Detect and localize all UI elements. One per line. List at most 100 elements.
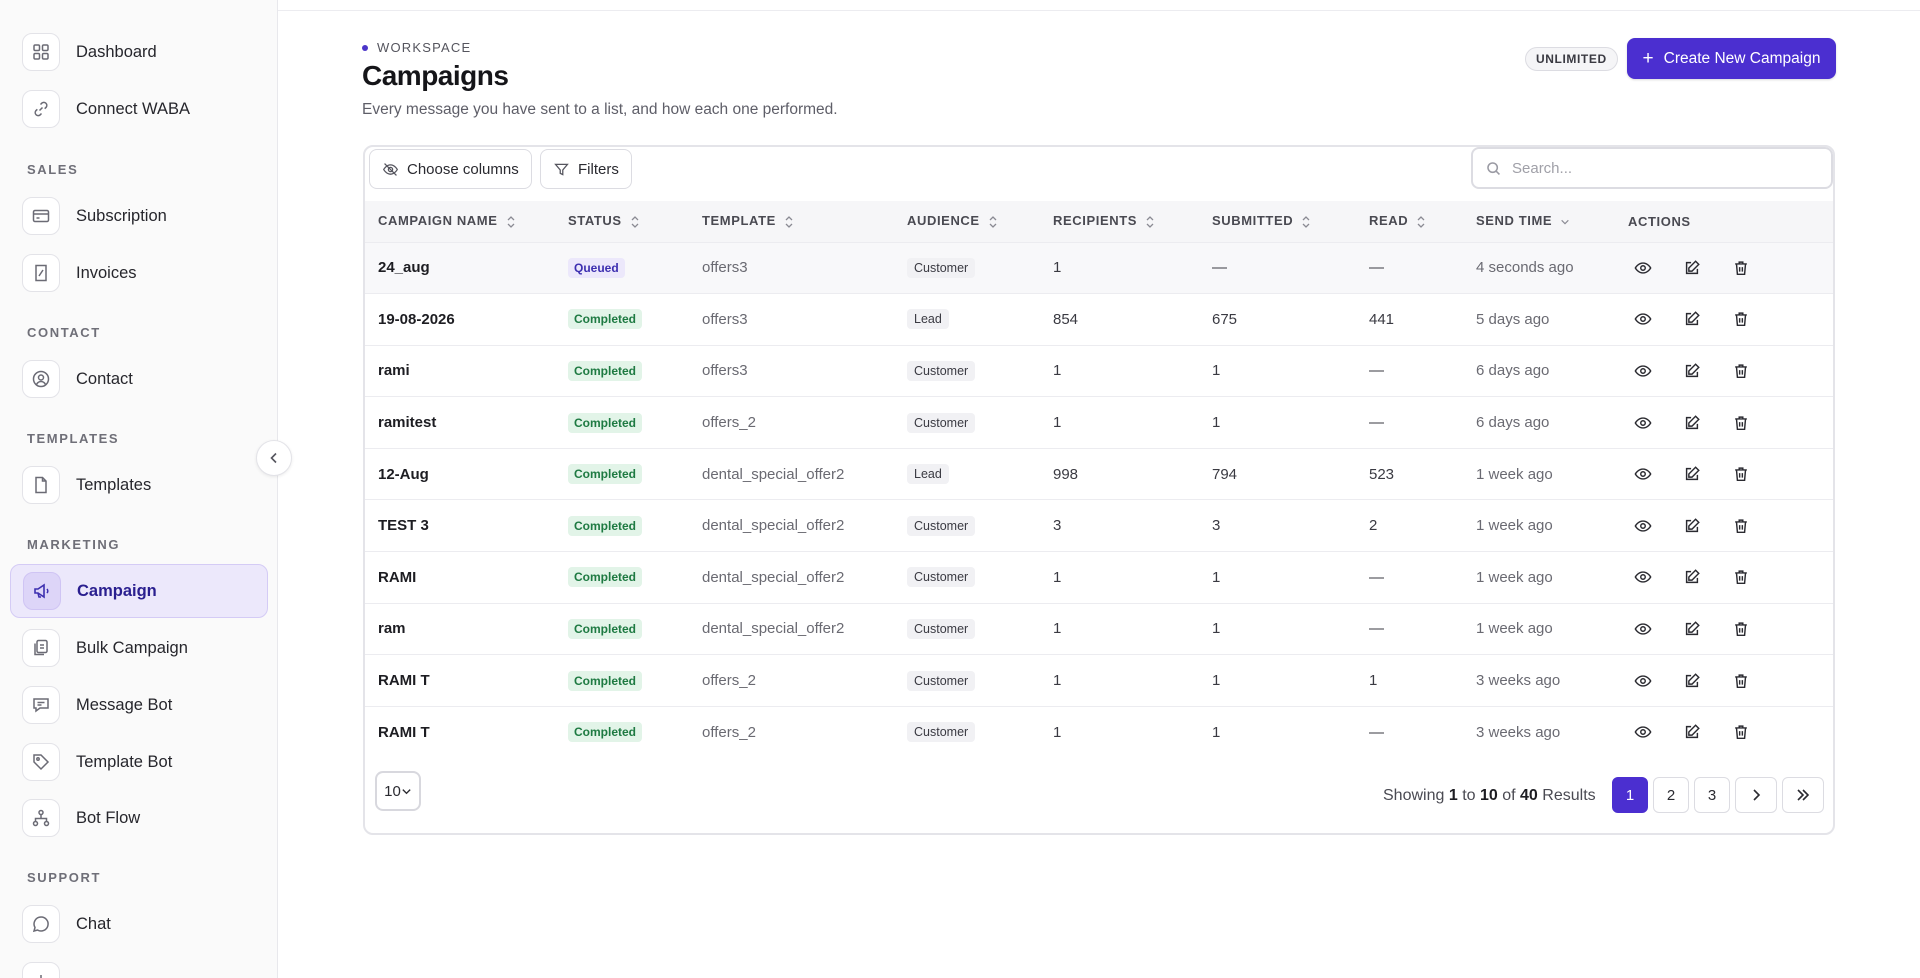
sidebar-item-subscription[interactable]: Subscription (10, 189, 268, 243)
read-cell: 1 (1369, 672, 1378, 690)
send-time-cell: 5 days ago (1476, 310, 1550, 328)
page-button-3[interactable]: 3 (1694, 777, 1730, 813)
view-icon[interactable] (1634, 723, 1652, 741)
col-header-campaign-name[interactable]: CAMPAIGN NAME (365, 201, 568, 242)
sidebar-item-dashboard[interactable]: Dashboard (10, 25, 268, 79)
table-row[interactable]: 19-08-2026 Completed offers3 Lead 854 675 441 5… (365, 293, 1833, 346)
col-header-label: READ (1369, 213, 1409, 229)
page-button-2[interactable]: 2 (1653, 777, 1689, 813)
sidebar-item-chat[interactable]: Chat (10, 897, 268, 951)
sort-icon (1416, 215, 1426, 229)
page-size-select[interactable]: 10 (375, 771, 421, 811)
edit-icon[interactable] (1683, 620, 1701, 638)
page-button-1[interactable]: 1 (1612, 777, 1648, 813)
table-row[interactable]: 12-Aug Completed dental_special_offer2 Lead… (365, 448, 1833, 500)
status-badge: Completed (568, 722, 643, 743)
table-row[interactable]: RAMI T Completed offers_2 Customer 1 1 — 3 week… (365, 706, 1833, 758)
sidebar-item-campaign[interactable]: Campaign (10, 564, 268, 618)
filter-icon (554, 163, 569, 176)
table-row[interactable]: TEST 3 Completed dental_special_offer2 Cust… (365, 499, 1833, 552)
sidebar-item-bulk-campaign[interactable]: Bulk Campaign (10, 621, 268, 675)
sidebar-item-partial[interactable] (10, 954, 268, 978)
table-row[interactable]: RAMI Completed dental_special_offer2 Custom… (365, 551, 1833, 604)
recipients-cell: 854 (1053, 310, 1079, 328)
edit-icon[interactable] (1683, 310, 1701, 328)
edit-icon[interactable] (1683, 723, 1701, 741)
sidebar-item-message-bot[interactable]: Message Bot (10, 678, 268, 732)
view-icon[interactable] (1634, 517, 1652, 535)
col-header-label: TEMPLATE (702, 213, 776, 229)
col-header-submitted[interactable]: SUBMITTED (1212, 201, 1369, 242)
create-campaign-button[interactable]: + Create New Campaign (1627, 38, 1836, 79)
sidebar-item-template-bot[interactable]: Template Bot (10, 735, 268, 789)
view-icon[interactable] (1634, 465, 1652, 483)
view-icon[interactable] (1634, 672, 1652, 690)
delete-icon[interactable] (1732, 362, 1750, 380)
edit-icon[interactable] (1683, 414, 1701, 432)
page-title: Campaigns (362, 60, 509, 91)
delete-icon[interactable] (1732, 620, 1750, 638)
view-icon[interactable] (1634, 414, 1652, 432)
template-cell: offers_2 (702, 672, 756, 690)
col-header-audience[interactable]: AUDIENCE (907, 201, 1053, 242)
status-cell: Completed (568, 294, 702, 346)
col-header-template[interactable]: TEMPLATE (702, 201, 907, 242)
recipients-cell: 1 (1053, 414, 1062, 432)
delete-icon[interactable] (1732, 672, 1750, 690)
view-icon[interactable] (1634, 259, 1652, 277)
actions-cell (1628, 242, 1833, 294)
table-row[interactable]: ram Completed dental_special_offer2 Custome… (365, 603, 1833, 655)
table-row[interactable]: RAMI T Completed offers_2 Customer 1 1 1 3 week… (365, 654, 1833, 707)
campaign-name-cell: ramitest (378, 414, 437, 432)
col-header-send-time[interactable]: SEND TIME (1476, 201, 1628, 242)
delete-icon[interactable] (1732, 414, 1750, 432)
edit-icon[interactable] (1683, 362, 1701, 380)
col-header-status[interactable]: STATUS (568, 201, 702, 242)
search-input[interactable] (1512, 159, 1812, 177)
filters-button[interactable]: Filters (540, 149, 632, 189)
delete-icon[interactable] (1732, 465, 1750, 483)
view-icon[interactable] (1634, 362, 1652, 380)
delete-icon[interactable] (1732, 568, 1750, 586)
search-box[interactable] (1471, 147, 1833, 189)
next-page-button[interactable] (1735, 777, 1777, 813)
delete-icon[interactable] (1732, 723, 1750, 741)
template-cell: offers3 (702, 362, 748, 380)
audience-badge: Lead (907, 464, 949, 485)
table-row[interactable]: 24_aug Queued offers3 Customer 1 — — 4 seconds … (365, 242, 1833, 294)
edit-icon[interactable] (1683, 672, 1701, 690)
send-time-cell: 1 week ago (1476, 568, 1553, 586)
sidebar-item-bot-flow[interactable]: Bot Flow (10, 791, 268, 845)
campaigns-table: CAMPAIGN NAME STATUS TEMPLATE AUDIENCE R… (365, 201, 1833, 758)
bulk-icon (22, 629, 60, 667)
col-header-label: STATUS (568, 213, 622, 229)
sidebar-item-contact[interactable]: Contact (10, 352, 268, 406)
col-header-actions: ACTIONS (1628, 201, 1833, 242)
sidebar-item-templates[interactable]: Templates (10, 458, 268, 512)
submitted-cell: 1 (1212, 414, 1221, 432)
view-icon[interactable] (1634, 568, 1652, 586)
template-cell: offers_2 (702, 414, 756, 432)
delete-icon[interactable] (1732, 259, 1750, 277)
edit-icon[interactable] (1683, 465, 1701, 483)
audience-badge: Customer (907, 257, 976, 278)
col-header-recipients[interactable]: RECIPIENTS (1053, 201, 1212, 242)
edit-icon[interactable] (1683, 259, 1701, 277)
sidebar-item-invoices[interactable]: Invoices (10, 246, 268, 300)
submitted-cell: 1 (1212, 620, 1221, 638)
col-header-read[interactable]: READ (1369, 201, 1476, 242)
view-icon[interactable] (1634, 310, 1652, 328)
table-row[interactable]: rami Completed offers3 Customer 1 1 — 6 days ag… (365, 345, 1833, 397)
audience-cell: Customer (907, 345, 1053, 397)
delete-icon[interactable] (1732, 310, 1750, 328)
status-badge: Queued (568, 257, 625, 278)
table-row[interactable]: ramitest Completed offers_2 Customer 1 1 — 6 da… (365, 396, 1833, 449)
delete-icon[interactable] (1732, 517, 1750, 535)
sidebar-item-connect-waba[interactable]: Connect WABA (10, 82, 268, 136)
last-page-button[interactable] (1782, 777, 1824, 813)
collapse-sidebar-button[interactable] (256, 440, 292, 476)
edit-icon[interactable] (1683, 517, 1701, 535)
view-icon[interactable] (1634, 620, 1652, 638)
choose-columns-button[interactable]: Choose columns (369, 149, 532, 189)
edit-icon[interactable] (1683, 568, 1701, 586)
